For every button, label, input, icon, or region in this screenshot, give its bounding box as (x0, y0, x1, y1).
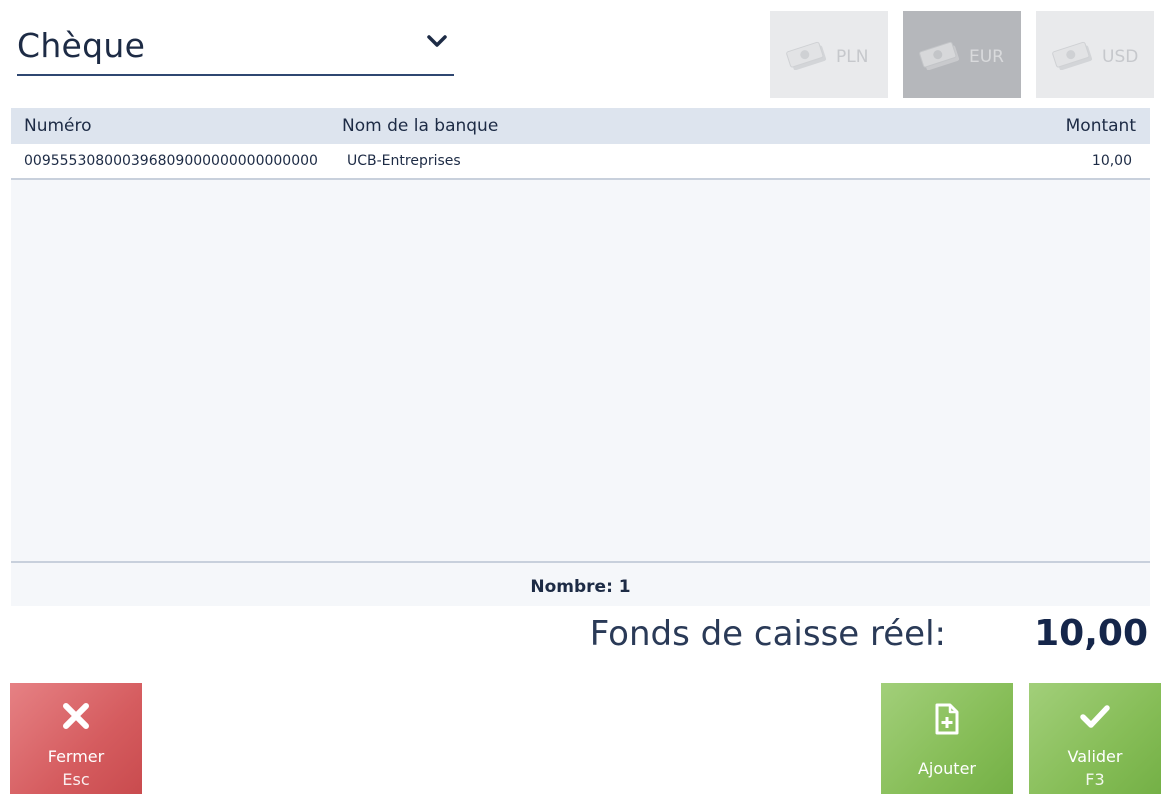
cell-amount: 10,00 (1091, 153, 1132, 169)
add-button-label: Ajouter (917, 759, 976, 778)
payment-type-dropdown[interactable]: Chèque (17, 16, 454, 76)
total-label: Fonds de caisse réel: (589, 614, 946, 654)
close-button[interactable]: Fermer Esc (10, 683, 142, 794)
currency-button-pln[interactable]: PLN (770, 11, 888, 98)
table-footer: Nombre: 1 (11, 561, 1150, 606)
banknote-icon (1052, 41, 1093, 70)
currency-button-eur[interactable]: EUR (903, 11, 1021, 98)
close-button-shortcut: Esc (62, 770, 90, 789)
currency-code: USD (1102, 47, 1139, 67)
add-document-icon (935, 703, 959, 735)
add-button[interactable]: Ajouter (881, 683, 1013, 794)
banknote-icon (786, 41, 827, 70)
close-button-label: Fermer (47, 747, 105, 766)
total-value: 10,00 (1034, 613, 1148, 654)
table-header: Numéro Nom de la banque Montant (11, 108, 1150, 144)
currency-code: PLN (836, 47, 869, 67)
row-count: Nombre: 1 (530, 577, 631, 597)
checkmark-icon (1080, 705, 1110, 728)
column-header-bank-name[interactable]: Nom de la banque (342, 116, 498, 136)
table-row[interactable]: 009555308000396809000000000000000 UCB-En… (11, 144, 1150, 180)
currency-code: EUR (969, 47, 1004, 67)
table-empty-area (11, 180, 1150, 562)
validate-button-shortcut: F3 (1085, 770, 1105, 789)
banknote-icon (919, 41, 960, 70)
column-header-number[interactable]: Numéro (24, 116, 92, 136)
validate-button-label: Valider (1067, 747, 1123, 766)
chevron-down-icon (427, 35, 447, 47)
currency-button-usd[interactable]: USD (1036, 11, 1154, 98)
cheque-table: Numéro Nom de la banque Montant 00955530… (11, 108, 1150, 606)
close-icon (63, 703, 89, 729)
column-header-amount[interactable]: Montant (1066, 116, 1136, 136)
cell-bank-name: UCB-Entreprises (347, 153, 461, 169)
cell-number: 009555308000396809000000000000000 (24, 153, 318, 169)
payment-type-value: Chèque (17, 26, 146, 65)
validate-button[interactable]: Valider F3 (1029, 683, 1161, 794)
